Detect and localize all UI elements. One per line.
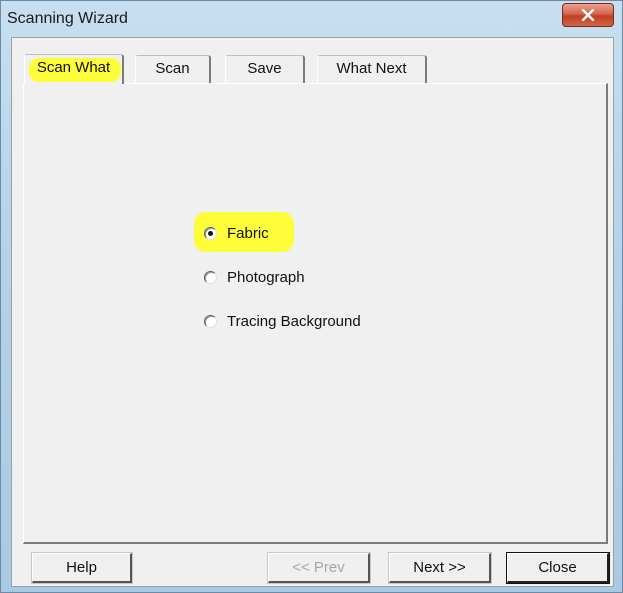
radio-button-checked[interactable] [204,226,217,240]
prev-button[interactable]: << Prev [267,552,371,584]
next-button[interactable]: Next >> [388,552,492,584]
tab-label: Scan [155,60,190,77]
radio-button[interactable] [204,314,217,328]
window-title: Scanning Wizard [7,10,128,27]
radio-option-fabric[interactable]: Fabric [194,212,294,252]
radio-label: Tracing Background [227,312,361,330]
scan-what-panel: Fabric Photograph Tracing Background [23,83,608,544]
tab-label: Scan What [36,59,111,76]
close-button[interactable]: Close [506,552,610,584]
title-bar: Scanning Wizard [1,1,622,39]
tab-label: Save [247,60,282,77]
window-close-button[interactable] [562,3,614,27]
tab-what-next[interactable]: What Next [317,55,427,83]
radio-option-tracing-background[interactable]: Tracing Background [204,308,361,334]
tab-scan-what[interactable]: Scan What [24,54,124,84]
dialog-client-area: Scan What Scan Save What Next Fabric Pho… [11,37,614,587]
tab-save[interactable]: Save [225,55,305,83]
radio-label: Fabric [227,224,269,242]
close-icon [581,9,595,21]
radio-option-photograph[interactable]: Photograph [204,264,305,290]
scanning-wizard-window: Scanning Wizard Scan What Scan Save What… [0,0,623,593]
tab-label: What Next [336,60,407,77]
help-button[interactable]: Help [31,552,133,584]
radio-label: Photograph [227,268,305,286]
radio-button[interactable] [204,270,217,284]
tab-scan[interactable]: Scan [135,55,211,83]
